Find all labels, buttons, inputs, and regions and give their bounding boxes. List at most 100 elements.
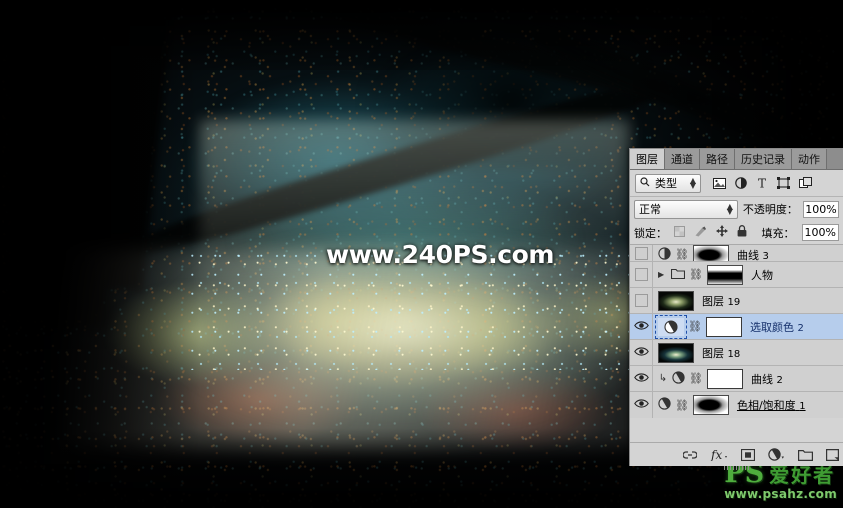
layer-visibility-toggle[interactable] [630, 392, 653, 418]
tab-paths[interactable]: 路径 [700, 149, 735, 169]
layer-mask-thumbnail[interactable] [692, 245, 729, 261]
shape-layer-filter-icon[interactable] [777, 177, 790, 189]
table-row[interactable]: ↳ ⛓ 曲线 2 [630, 366, 843, 392]
table-row[interactable]: ▶ ⛓ 人物 [630, 262, 843, 288]
new-layer-icon[interactable] [826, 448, 839, 461]
svg-text:T: T [758, 177, 766, 189]
layer-name: 图层 19 [702, 294, 741, 308]
pixel-layer-filter-icon[interactable] [713, 177, 726, 189]
filter-kind-dropdown[interactable]: 类型 ▲ ▼ [635, 173, 701, 193]
table-row[interactable]: 图层 18 [630, 340, 843, 366]
panel-resize-grip[interactable] [723, 466, 750, 470]
table-row[interactable]: ⛓ 曲线 3 [630, 245, 843, 262]
layer-mask-thumbnail[interactable] [705, 316, 742, 337]
layer-visibility-toggle[interactable] [630, 314, 653, 339]
lock-image-pixels-icon[interactable] [694, 226, 707, 240]
tab-history[interactable]: 历史记录 [735, 149, 792, 169]
layer-thumbnail[interactable] [658, 342, 694, 363]
add-layer-mask-icon[interactable] [741, 448, 755, 461]
layer-row-body: ⛓ 色相/饱和度 1 [653, 392, 843, 418]
filter-kind-label: 类型 [655, 177, 677, 190]
layer-row-body: ▶ ⛓ 人物 [653, 262, 843, 287]
layer-name: 曲线 2 [750, 372, 783, 386]
chevron-updown-icon[interactable]: ▲ ▼ [727, 203, 733, 216]
layer-visibility-toggle[interactable] [630, 245, 653, 261]
layer-list: ⛓ 曲线 3 ▶ ⛓ 人物 图层 19 ⛓ 选取颜色 2 图层 18 ↳ ⛓ 曲… [630, 245, 843, 418]
layer-row-body: ↳ ⛓ 曲线 2 [653, 366, 843, 391]
adjustment-icon[interactable] [672, 370, 685, 387]
link-mask-icon[interactable]: ⛓ [689, 268, 703, 281]
lock-row: 锁定： 填充： 100% [630, 221, 843, 245]
screenshot-root: www.240PS.com PS 爱好者 www.psahz.com 图层 通道… [0, 0, 843, 508]
layer-row-body: ⛓ 曲线 3 [653, 245, 843, 261]
layer-name: 图层 18 [702, 346, 741, 360]
svg-text:fx: fx [710, 448, 722, 461]
clipping-mask-arrow-icon: ↳ [658, 373, 668, 384]
eye-on-icon [633, 320, 649, 334]
panel-tab-bar: 图层 通道 路径 历史记录 动作 [630, 149, 843, 170]
layer-row-body: ⛓ 选取颜色 2 [653, 314, 843, 339]
adjustment-icon [658, 246, 671, 262]
layer-mask-thumbnail[interactable] [706, 264, 743, 285]
folder-icon [670, 268, 686, 282]
eye-off-icon [634, 268, 648, 281]
tab-bar-filler [827, 149, 843, 169]
opacity-label: 不透明度： [742, 203, 798, 216]
layer-mask-thumbnail[interactable] [692, 395, 729, 415]
link-mask-icon[interactable]: ⛓ [688, 320, 702, 333]
table-row[interactable]: ⛓ 色相/饱和度 1 [630, 392, 843, 418]
layer-visibility-toggle[interactable] [630, 366, 653, 391]
layer-name: 曲线 3 [736, 248, 769, 262]
link-mask-icon[interactable]: ⛓ [675, 399, 689, 412]
fill-input[interactable]: 100% [801, 224, 839, 241]
table-row[interactable]: 图层 19 [630, 288, 843, 314]
logo-url-text: www.psahz.com [724, 487, 837, 501]
new-adjustment-layer-icon[interactable] [768, 448, 785, 461]
layer-thumbnail[interactable] [658, 290, 694, 311]
lock-label: 锁定： [634, 226, 667, 240]
table-row-selected[interactable]: ⛓ 选取颜色 2 [630, 314, 843, 340]
layer-visibility-toggle[interactable] [630, 288, 653, 313]
search-icon [640, 176, 650, 190]
tab-channels[interactable]: 通道 [665, 149, 700, 169]
layer-style-fx-icon[interactable]: fx [710, 448, 728, 461]
blend-mode-value: 正常 [639, 203, 661, 216]
chevron-updown-icon[interactable]: ▲ ▼ [690, 177, 696, 190]
tab-layers[interactable]: 图层 [630, 149, 665, 169]
layer-visibility-toggle[interactable] [630, 340, 653, 365]
tab-actions[interactable]: 动作 [792, 149, 827, 169]
eye-on-icon [633, 372, 649, 386]
layer-row-body: 图层 18 [653, 340, 843, 365]
smart-object-filter-icon[interactable] [799, 177, 812, 189]
type-layer-filter-icon[interactable]: T [756, 177, 768, 189]
eye-on-icon [633, 346, 649, 360]
lock-position-icon[interactable] [716, 225, 728, 240]
lock-transparent-pixels-icon[interactable] [674, 225, 685, 240]
eye-on-icon [633, 398, 649, 412]
adjustment-thumbnail-selected[interactable] [655, 314, 687, 339]
adjustment-icon[interactable] [658, 397, 671, 413]
lock-icons [674, 225, 747, 240]
layer-visibility-toggle[interactable] [630, 262, 653, 287]
link-mask-icon[interactable]: ⛓ [689, 372, 703, 385]
layer-name: 色相/饱和度 1 [736, 399, 806, 412]
logo-cn-text: 爱好者 [769, 463, 836, 487]
layer-row-body: 图层 19 [653, 288, 843, 313]
lock-all-icon[interactable] [737, 225, 747, 240]
layer-name: 选取颜色 2 [749, 320, 804, 334]
opacity-input[interactable]: 100% [802, 200, 839, 218]
eye-off-icon [634, 294, 648, 307]
adjustment-layer-filter-icon[interactable] [735, 177, 747, 189]
eye-off-icon [634, 246, 648, 260]
new-group-icon[interactable] [798, 449, 813, 461]
chevron-right-icon[interactable]: ▶ [658, 270, 667, 279]
link-mask-icon[interactable]: ⛓ [675, 248, 689, 261]
filter-type-icons: T [713, 177, 812, 189]
blend-mode-dropdown[interactable]: 正常 ▲ ▼ [634, 199, 738, 219]
layer-filter-row: 类型 ▲ ▼ T [630, 170, 843, 197]
link-layers-icon[interactable] [683, 450, 697, 460]
layer-mask-thumbnail[interactable] [706, 368, 743, 389]
site-watermark: www.240PS.com [326, 240, 555, 269]
blend-mode-row: 正常 ▲ ▼ 不透明度： 100% [630, 197, 843, 221]
layer-name: 人物 [750, 268, 773, 282]
